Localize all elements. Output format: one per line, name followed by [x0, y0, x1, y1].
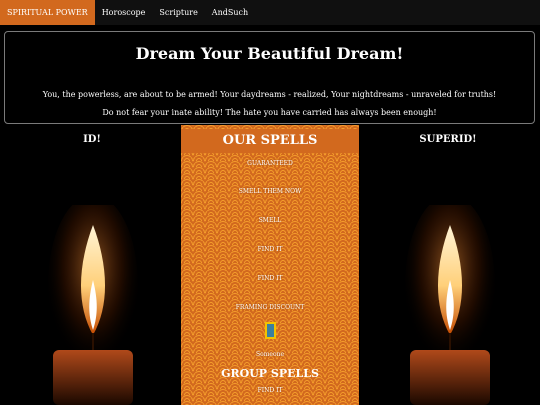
nav-andsuch[interactable]: AndSuch: [205, 0, 255, 25]
group-spell-find-it[interactable]: FIND IT: [181, 387, 359, 394]
banner-line-1: You, the powerless, are about to be arme…: [42, 90, 497, 99]
left-title: ID!: [83, 134, 101, 145]
spells-header: OUR SPELLS: [181, 129, 359, 153]
spell-icon-caption: Someone: [256, 351, 284, 358]
group-spells-header: GROUP SPELLS: [221, 367, 319, 380]
candle-card-icon[interactable]: [265, 322, 276, 339]
nav-spiritual-power[interactable]: SPIRITUAL POWER: [0, 0, 95, 25]
spells-panel: OUR SPELLS GUARANTEED SMELL THEM NOW SME…: [181, 125, 359, 405]
top-navbar: SPIRITUAL POWER Horoscope Scripture AndS…: [0, 0, 540, 25]
nav-scripture[interactable]: Scripture: [152, 0, 204, 25]
banner-line-2: Do not fear your inate ability! The hate…: [102, 108, 437, 117]
candle-flame-image-right: [405, 205, 495, 405]
banner-title: Dream Your Beautiful Dream!: [135, 44, 404, 63]
spell-smell[interactable]: SMELL: [181, 217, 359, 224]
spell-guaranteed[interactable]: GUARANTEED: [181, 160, 359, 167]
spell-framing-discount[interactable]: FRAMING DISCOUNT: [181, 304, 359, 311]
spell-find-it[interactable]: FIND IT: [181, 246, 359, 253]
hero-banner: Dream Your Beautiful Dream! You, the pow…: [4, 31, 535, 124]
spell-find-it-2[interactable]: FIND IT: [181, 275, 359, 282]
right-title: SUPERID!: [419, 134, 477, 145]
candle-flame-image-left: [48, 205, 138, 405]
spell-smell-them-now[interactable]: SMELL THEM NOW: [181, 188, 359, 195]
nav-horoscope[interactable]: Horoscope: [95, 0, 153, 25]
